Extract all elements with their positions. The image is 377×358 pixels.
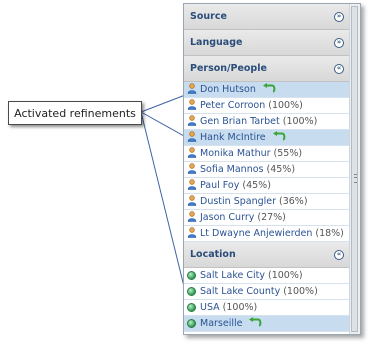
person-icon — [187, 146, 200, 161]
refinement-count: (100%) — [268, 270, 303, 281]
section-header-language[interactable]: Language » — [184, 30, 350, 56]
callout-label: Activated refinements — [8, 101, 142, 125]
person-refinement-monika-mathur[interactable]: Monika Mathur (55%) — [184, 146, 350, 162]
refinement-label[interactable]: Salt Lake County — [200, 286, 280, 297]
person-icon — [187, 98, 200, 113]
collapse-toggle-icon[interactable]: « — [334, 63, 344, 74]
refinement-count: (100%) — [282, 116, 318, 127]
refinement-list: Source » Language » Person/People « Don Hutson… — [184, 4, 350, 334]
refinement-label[interactable]: Salt Lake City — [200, 270, 265, 281]
refinement-count: (100%) — [283, 286, 318, 297]
globe-icon — [187, 303, 196, 312]
person-icon — [187, 114, 200, 129]
refinement-count: (45%) — [266, 164, 296, 175]
person-refinement-don-hutson[interactable]: Don Hutson — [184, 82, 350, 98]
refinement-count: (18%) — [315, 228, 344, 239]
refinement-count: (45%) — [242, 180, 271, 191]
refinement-count: (100%) — [222, 302, 258, 313]
person-icon — [187, 82, 200, 97]
expand-toggle-icon[interactable]: » — [334, 37, 344, 48]
section-title: Source — [190, 11, 227, 22]
refinement-count: (27%) — [257, 212, 286, 223]
collapse-toggle-icon[interactable]: « — [334, 249, 344, 260]
refinement-label[interactable]: Marseille — [200, 318, 242, 329]
person-icon — [187, 162, 200, 177]
location-list: Salt Lake City (100%) Salt Lake County (100… — [184, 268, 350, 332]
section-title: Person/People — [190, 63, 267, 74]
refinement-panel: Source » Language » Person/People « Don Hutson… — [183, 3, 361, 335]
remove-refinement-undo-icon[interactable] — [256, 83, 276, 96]
refinement-count: (55%) — [273, 148, 303, 159]
refinement-label[interactable]: Jason Curry — [200, 212, 254, 223]
refinement-label[interactable]: Sofia Mannos — [200, 164, 264, 175]
globe-icon — [187, 319, 196, 328]
refinement-label[interactable]: Peter Corroon — [200, 100, 265, 111]
remove-refinement-undo-icon[interactable] — [266, 131, 286, 144]
location-refinement-marseille[interactable]: Marseille — [184, 316, 350, 332]
person-refinement-gen-brian-tarbet[interactable]: Gen Brian Tarbet (100%) — [184, 114, 350, 130]
location-refinement-usa[interactable]: USA (100%) — [184, 300, 350, 316]
refinement-label[interactable]: Hank McIntire — [200, 132, 266, 143]
location-refinement-salt-lake-city[interactable]: Salt Lake City (100%) — [184, 268, 350, 284]
person-icon — [187, 130, 200, 145]
refinement-label[interactable]: Dustin Spangler — [200, 196, 276, 207]
section-title: Location — [190, 249, 236, 260]
scrollbar[interactable] — [349, 4, 360, 334]
person-icon — [187, 226, 200, 241]
refinement-count: (100%) — [268, 100, 303, 111]
person-refinement-dustin-spangler[interactable]: Dustin Spangler (36%) — [184, 194, 350, 210]
person-refinement-sofia-mannos[interactable]: Sofia Mannos (45%) — [184, 162, 350, 178]
scrollbar-thumb[interactable] — [351, 6, 358, 332]
person-refinement-lt-dwayne-anjewierden[interactable]: Lt Dwayne Anjewierden (18%) — [184, 226, 350, 242]
refinement-label[interactable]: Paul Foy — [200, 180, 239, 191]
person-refinement-jason-curry[interactable]: Jason Curry (27%) — [184, 210, 350, 226]
refinement-label[interactable]: Monika Mathur — [200, 148, 271, 159]
globe-icon — [187, 287, 196, 296]
section-title: Language — [190, 37, 243, 48]
refinement-label[interactable]: Lt Dwayne Anjewierden — [200, 228, 312, 239]
person-refinement-peter-corroon[interactable]: Peter Corroon (100%) — [184, 98, 350, 114]
refinement-label[interactable]: Gen Brian Tarbet — [200, 116, 280, 127]
section-header-location[interactable]: Location « — [184, 242, 350, 268]
remove-refinement-undo-icon[interactable] — [242, 317, 262, 330]
scrollbar-grip-icon — [354, 174, 357, 183]
location-refinement-salt-lake-county[interactable]: Salt Lake County (100%) — [184, 284, 350, 300]
person-icon — [187, 194, 200, 209]
person-refinement-hank-mcintire[interactable]: Hank McIntire — [184, 130, 350, 146]
refinement-label[interactable]: USA — [200, 302, 220, 313]
refinement-count: (36%) — [279, 196, 308, 207]
refinement-label[interactable]: Don Hutson — [200, 84, 256, 95]
person-icon — [187, 178, 200, 193]
people-list: Don Hutson Peter Corroon (100%) Gen Brian T… — [184, 82, 350, 242]
expand-toggle-icon[interactable]: » — [334, 11, 344, 22]
globe-icon — [187, 271, 196, 280]
section-header-source[interactable]: Source » — [184, 4, 350, 30]
person-icon — [187, 210, 200, 225]
person-refinement-paul-foy[interactable]: Paul Foy (45%) — [184, 178, 350, 194]
section-header-person-people[interactable]: Person/People « — [184, 56, 350, 82]
